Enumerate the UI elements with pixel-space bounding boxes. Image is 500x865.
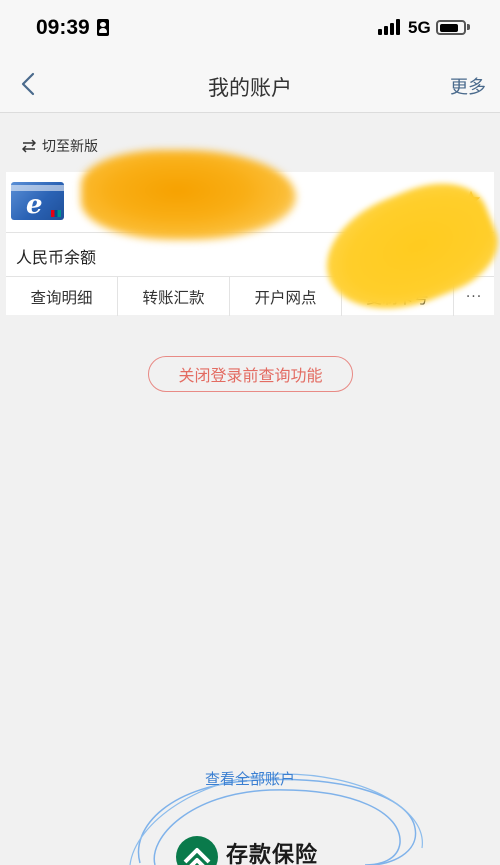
close-login-query-button[interactable]: 关闭登录前查询功能 (148, 356, 353, 392)
swap-arrows-icon (22, 139, 36, 153)
page-title: 我的账户 (208, 76, 292, 100)
person-icon (97, 19, 109, 36)
more-button[interactable]: 更多 (450, 73, 486, 99)
action-branch[interactable]: 开户网点 (230, 277, 342, 316)
deposit-insurance-logo (176, 836, 218, 865)
balance-label[interactable]: 人民币余额 (16, 244, 96, 268)
switch-version-link[interactable]: 切至新版 (22, 136, 98, 156)
battery-icon (436, 20, 466, 35)
redaction-mark (81, 150, 296, 240)
view-all-accounts-link[interactable]: 查看全部账户 (0, 768, 500, 789)
bank-card-image: e (11, 182, 64, 220)
network-type: 5G (408, 18, 431, 37)
deposit-insurance-label: 存款保险 (226, 843, 319, 865)
battery-level (439, 23, 458, 32)
battery-cap (467, 24, 470, 30)
account-card: e 人民币余额 查询明细 转账汇款 开户网点 复制卡号 ··· (6, 150, 500, 333)
action-transfer[interactable]: 转账汇款 (118, 277, 230, 316)
switch-version-label: 切至新版 (42, 139, 98, 155)
signal-icon (378, 19, 402, 35)
status-time: 09:39 (36, 16, 90, 39)
action-query-details[interactable]: 查询明细 (6, 277, 118, 316)
